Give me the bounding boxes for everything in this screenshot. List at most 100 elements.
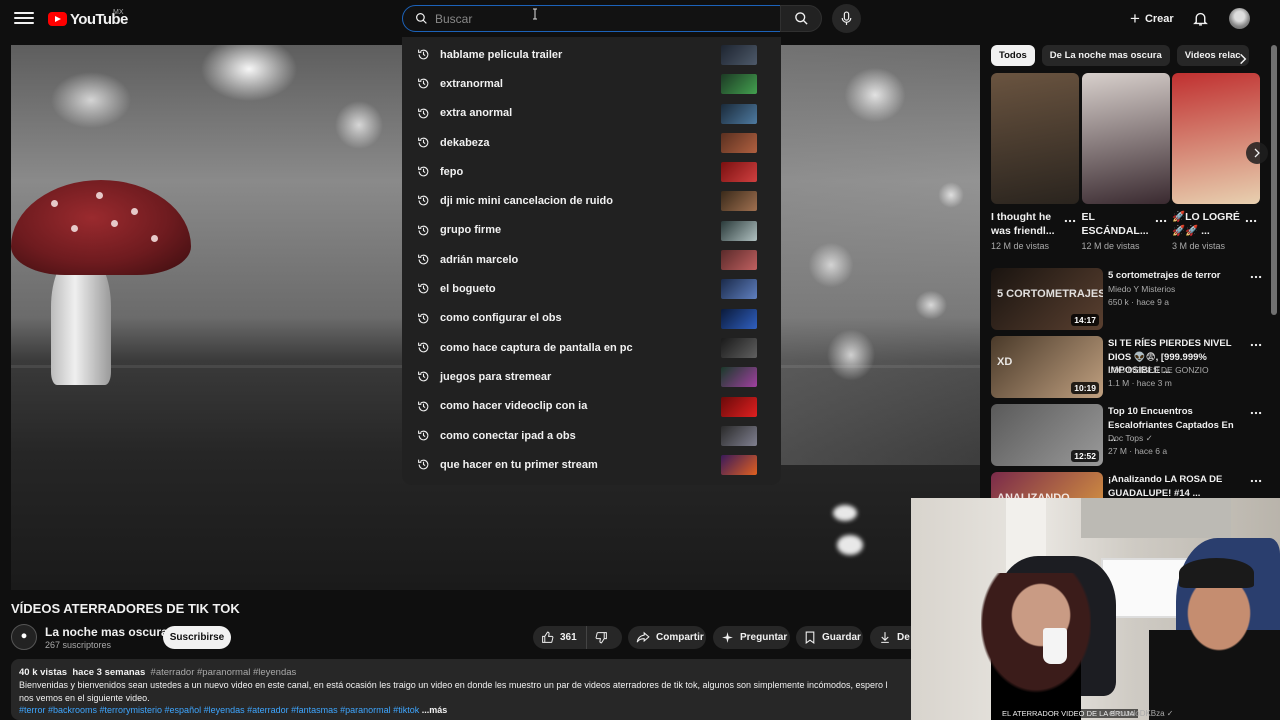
suggestion-text: dji mic mini cancelacion de ruido [440, 195, 613, 208]
search-button[interactable] [780, 5, 822, 32]
video-frame-light [833, 505, 857, 521]
video-channel[interactable]: Doc Tops ✓ [1108, 433, 1153, 444]
more-options-icon[interactable] [1154, 214, 1168, 228]
history-icon [418, 49, 429, 60]
suggestion-item[interactable]: fepo [402, 157, 781, 186]
short-card[interactable]: 🚀LO LOGRÉ 🚀🚀 ... 3 M de vistas [1172, 73, 1260, 251]
search-box[interactable] [402, 5, 781, 32]
bookmark-icon [805, 631, 815, 644]
channel-name[interactable]: La noche mas oscura [45, 625, 168, 639]
share-button[interactable]: Compartir [628, 626, 706, 649]
video-thumbnail[interactable]: XD 10:19 [991, 336, 1103, 398]
shorts-next-button[interactable] [1246, 142, 1268, 164]
video-duration: 12:52 [1071, 450, 1099, 462]
history-icon [418, 430, 429, 441]
short-card[interactable]: EL ESCÁNDAL... 12 M de vistas [1081, 73, 1170, 251]
hashtag-links[interactable]: #terror #backrooms #terrorymisterio #esp… [19, 705, 419, 715]
bell-icon[interactable] [1192, 10, 1209, 27]
more-options-icon[interactable] [1063, 214, 1077, 228]
short-title[interactable]: I thought he was friendl... [991, 210, 1063, 238]
recommended-video[interactable]: XD 10:19 SI TE RÍES PIERDES NIVEL DIOS 👽😨,… [991, 336, 1266, 398]
video-title: VÍDEOS ATERRADORES DE TIK TOK [11, 601, 240, 616]
more-options-icon[interactable] [1249, 338, 1263, 352]
suggestion-text: como hacer videoclip con ia [440, 400, 588, 413]
description-line: nos vemos en el siguiente video. [19, 693, 150, 703]
top-bar: YouTube MX + Crear [0, 0, 1280, 37]
suggestion-item[interactable]: dji mic mini cancelacion de ruido [402, 186, 781, 215]
save-label: Guardar [822, 632, 861, 643]
description-text: Bienvenidas y bienvenidos sean ustedes a… [19, 679, 919, 705]
suggestion-item[interactable]: grupo firme [402, 216, 781, 245]
suggestion-text: extranormal [440, 77, 503, 90]
short-title[interactable]: EL ESCÁNDAL... [1082, 210, 1154, 238]
ask-button[interactable]: Preguntar [713, 626, 790, 649]
video-channel[interactable]: LOS MEMES DE GONZIO [1108, 365, 1209, 375]
shorts-shelf: I thought he was friendl... 12 M de vista… [991, 73, 1260, 263]
recommended-video[interactable]: 12:52 Top 10 Encuentros Escalofriantes Ca… [991, 404, 1266, 466]
like-button[interactable]: 361 [533, 626, 587, 649]
subscribe-button[interactable]: Suscribirse [163, 626, 231, 649]
history-icon [418, 225, 429, 236]
history-icon [418, 371, 429, 382]
sparkle-icon [722, 632, 733, 643]
webcam-background-cabinet [1081, 498, 1231, 538]
thumbs-up-icon [542, 631, 554, 643]
search-input[interactable] [435, 11, 755, 26]
short-thumbnail[interactable] [991, 73, 1079, 204]
suggestion-item[interactable]: como conectar ipad a obs [402, 421, 781, 450]
short-title[interactable]: 🚀LO LOGRÉ 🚀🚀 ... [1172, 210, 1244, 238]
more-options-icon[interactable] [1244, 214, 1258, 228]
webcam-cup [1043, 628, 1067, 664]
suggestion-item[interactable]: dekabeza [402, 128, 781, 157]
save-button[interactable]: Guardar [796, 626, 863, 649]
suggestion-item[interactable]: como hace captura de pantalla en pc [402, 333, 781, 362]
video-channel[interactable]: Miedo Y Misterios [1108, 284, 1175, 294]
show-more-link[interactable]: ...más [422, 705, 448, 715]
more-options-icon[interactable] [1249, 406, 1263, 420]
suggestion-item[interactable]: hablame pelicula trailer [402, 40, 781, 69]
short-thumbnail[interactable] [1081, 73, 1170, 204]
history-icon [418, 342, 429, 353]
recommended-video[interactable]: 5 CORTOMETRAJES DE TERROR 14:17 5 cortomet… [991, 268, 1266, 330]
suggestion-item[interactable]: juegos para stremear [402, 362, 781, 391]
filter-chip[interactable]: De La noche mas oscura [1041, 45, 1170, 66]
chevron-right-icon[interactable] [1236, 52, 1250, 66]
voice-search-button[interactable] [832, 4, 861, 33]
history-icon [418, 196, 429, 206]
dislike-button[interactable] [587, 626, 622, 649]
video-frame-mushroom-cap [11, 180, 191, 275]
search-icon [416, 13, 427, 24]
account-avatar[interactable] [1229, 8, 1250, 29]
suggestion-item[interactable]: el bogueto [402, 274, 781, 303]
video-thumbnail[interactable]: 12:52 [991, 404, 1103, 466]
more-options-icon[interactable] [1249, 474, 1263, 488]
video-stats: 650 k · hace 9 a [1108, 296, 1169, 307]
history-icon [418, 78, 429, 89]
suggestion-item[interactable]: que hacer en tu primer stream [402, 450, 781, 479]
page-scrollbar[interactable] [1271, 45, 1277, 315]
suggestion-item[interactable]: como hacer videoclip con ia [402, 392, 781, 421]
channel-avatar[interactable] [11, 624, 37, 650]
create-button[interactable]: + Crear [1124, 6, 1184, 31]
history-icon [418, 254, 429, 265]
short-card[interactable]: I thought he was friendl... 12 M de vista… [991, 73, 1079, 251]
filter-chips: Todos De La noche mas oscura Videos relac [991, 45, 1251, 67]
video-title[interactable]: ¡Analizando LA ROSA DE GUADALUPE! #14 ..… [1108, 473, 1238, 500]
video-frame-light [837, 535, 863, 555]
short-views: 12 M de vistas [991, 241, 1050, 251]
suggestion-thumbnail [721, 367, 757, 388]
description-hashtags: #terror #backrooms #terrorymisterio #esp… [19, 705, 980, 715]
suggestion-item[interactable]: como configurar el obs [402, 304, 781, 333]
video-thumbnail[interactable]: 5 CORTOMETRAJES DE TERROR 14:17 [991, 268, 1103, 330]
description-box[interactable]: 40 k vistas hace 3 semanas #aterrador #p… [11, 659, 980, 720]
more-options-icon[interactable] [1249, 270, 1263, 284]
suggestion-thumbnail [721, 45, 757, 65]
suggestion-item[interactable]: adrián marcelo [402, 245, 781, 274]
suggestion-item[interactable]: extranormal [402, 69, 781, 98]
top-hashtags[interactable]: #aterrador #paranormal #leyendas [151, 667, 297, 678]
short-thumbnail[interactable] [1172, 73, 1260, 204]
menu-icon[interactable] [14, 9, 34, 29]
filter-chip[interactable]: Todos [991, 45, 1035, 66]
suggestion-item[interactable]: extra anormal [402, 99, 781, 128]
video-title[interactable]: 5 cortometrajes de terror [1108, 269, 1238, 283]
